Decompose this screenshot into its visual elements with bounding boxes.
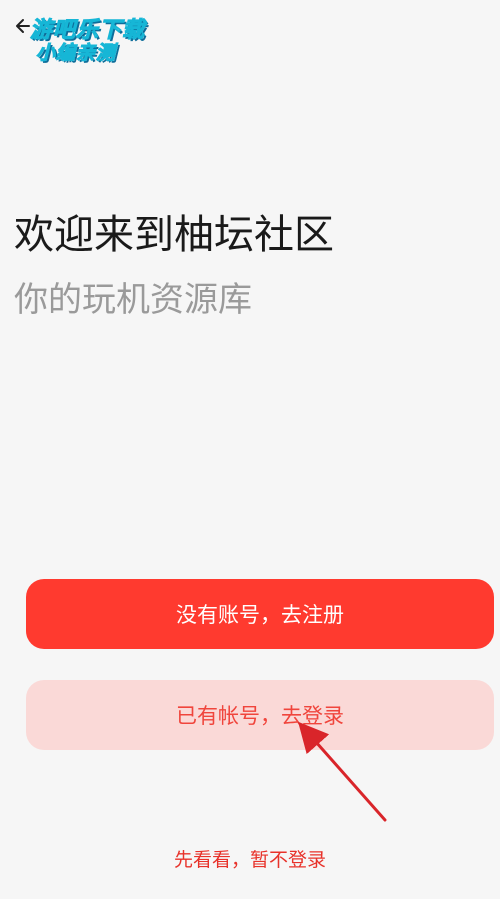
watermark-line2: 小编亲测	[35, 42, 117, 65]
welcome-title: 欢迎来到柚坛社区	[14, 212, 334, 258]
skip-login-link[interactable]: 先看看，暂不登录	[0, 845, 500, 872]
login-button[interactable]: 已有帐号，去登录	[26, 680, 494, 750]
watermark-logo: 游吧乐下载 小编亲测	[10, 10, 150, 65]
annotation-arrow-icon	[298, 721, 387, 822]
register-button-label: 没有账号，去注册	[176, 603, 344, 627]
register-button[interactable]: 没有账号，去注册	[26, 579, 494, 649]
welcome-subtitle: 你的玩机资源库	[14, 280, 252, 320]
